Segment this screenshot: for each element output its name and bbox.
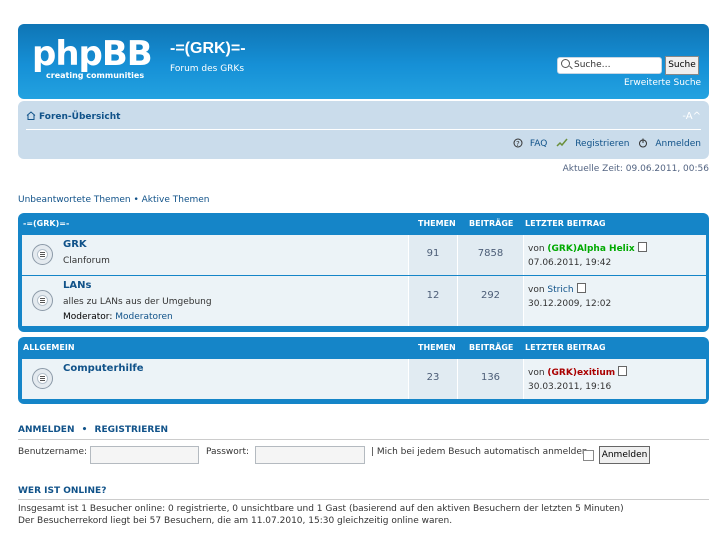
navbar: Foren-Übersicht -A^ ? FAQ Registrieren An…	[18, 101, 709, 159]
who-is-online-heading: WER IST ONLINE?	[18, 486, 107, 496]
posts-count: 136	[480, 372, 501, 383]
login-heading-link[interactable]: ANMELDEN	[18, 425, 75, 435]
forum-row: LANs alles zu LANs aus der Umgebung Mode…	[22, 276, 706, 326]
quick-links[interactable]: Unbeantwortete Themen • Aktive Themen	[18, 195, 210, 205]
search-icon	[561, 59, 570, 68]
login-link[interactable]: Anmelden	[638, 138, 701, 149]
divider	[18, 499, 709, 500]
login-heading-separator: •	[81, 425, 88, 435]
forum-description: alles zu LANs aus der Umgebung	[63, 297, 212, 307]
header-last-post: LETZTER BEITRAG	[525, 343, 606, 352]
faq-icon: ?	[513, 138, 523, 148]
view-latest-post-icon[interactable]	[576, 283, 586, 293]
last-post-date: 30.12.2009, 12:02	[528, 299, 612, 309]
forum-title-link[interactable]: LANs	[63, 280, 91, 291]
username-label: Benutzername:	[18, 447, 88, 457]
topics-count-cell: 12	[408, 276, 457, 326]
font-resize-control[interactable]: -A^	[682, 111, 701, 122]
svg-text:?: ?	[516, 140, 520, 148]
site-logo[interactable]: phpBB creating communities	[32, 34, 172, 84]
search-button[interactable]: Suche	[665, 56, 699, 75]
forum-moderators: Moderator: Moderatoren	[63, 312, 173, 322]
search-placeholder: Suche…	[574, 60, 611, 70]
forum-description: Clanforum	[63, 256, 110, 266]
last-post-user[interactable]: Strich	[547, 285, 573, 295]
header-posts: BEITRÄGE	[469, 219, 514, 228]
posts-count-cell: 292	[457, 276, 523, 326]
posts-count: 7858	[477, 248, 504, 259]
category-title[interactable]: -=(GRK)=-	[23, 219, 69, 228]
last-post-by: von	[528, 244, 545, 254]
header-topics: THEMEN	[418, 219, 456, 228]
remember-me-label: | Mich bei jedem Besuch automatisch anme…	[371, 447, 588, 457]
forum-read-icon	[32, 368, 53, 389]
posts-count-cell: 136	[457, 359, 523, 399]
category-header: -=(GRK)=- THEMEN BEITRÄGE LETZTER BEITRA…	[18, 213, 709, 234]
topics-count-cell: 91	[408, 235, 457, 275]
nav-links: ? FAQ Registrieren Anmelden	[507, 138, 701, 149]
header-topics: THEMEN	[418, 343, 456, 352]
moderator-label: Moderator:	[63, 312, 113, 322]
forum-row: Computerhilfe 23 136 von (GRK)exitium 30…	[22, 359, 706, 399]
site-description: Forum des GRKs	[170, 64, 245, 74]
last-post-date: 30.03.2011, 19:16	[528, 382, 612, 392]
register-link[interactable]: Registrieren	[556, 138, 630, 149]
category-grk: -=(GRK)=- THEMEN BEITRÄGE LETZTER BEITRA…	[18, 213, 709, 332]
current-time: Aktuelle Zeit: 09.06.2011, 00:56	[562, 164, 709, 174]
last-post-user[interactable]: (GRK)Alpha Helix	[547, 244, 634, 254]
topics-count: 12	[426, 290, 440, 301]
register-icon	[556, 138, 568, 147]
posts-count-cell: 7858	[457, 235, 523, 275]
last-post-cell: von (GRK)exitium 30.03.2011, 19:16	[523, 359, 706, 399]
posts-count: 292	[480, 290, 501, 301]
login-heading: ANMELDEN • REGISTRIEREN	[18, 425, 168, 435]
register-heading-link[interactable]: REGISTRIEREN	[95, 425, 168, 435]
last-post-cell: von (GRK)Alpha Helix 07.06.2011, 19:42	[523, 235, 706, 275]
forum-title-link[interactable]: Computerhilfe	[63, 363, 144, 374]
last-post-user[interactable]: (GRK)exitium	[547, 368, 615, 378]
last-post-by: von	[528, 368, 545, 378]
forum-read-icon	[32, 290, 53, 311]
faq-link[interactable]: ? FAQ	[513, 138, 548, 149]
site-title: -=(GRK)=-	[170, 40, 246, 57]
last-post-cell: von Strich 30.12.2009, 12:02	[523, 276, 706, 326]
faq-label: FAQ	[529, 139, 548, 149]
site-header: phpBB creating communities -=(GRK)=- For…	[18, 24, 709, 99]
online-stats: Insgesamt ist 1 Besucher online: 0 regis…	[18, 504, 624, 514]
view-latest-post-icon[interactable]	[618, 366, 628, 376]
forum-read-icon	[32, 244, 53, 265]
breadcrumb-home[interactable]: Foren-Übersicht	[26, 111, 120, 122]
header-posts: BEITRÄGE	[469, 343, 514, 352]
password-label: Passwort:	[206, 447, 250, 457]
moderator-link[interactable]: Moderatoren	[115, 312, 173, 322]
online-record: Der Besucherrekord liegt bei 57 Besucher…	[18, 516, 453, 526]
power-icon	[639, 138, 648, 148]
last-post-by: von	[528, 285, 545, 295]
forum-row: GRK Clanforum 91 7858 von (GRK)Alpha Hel…	[22, 235, 706, 275]
login-button[interactable]: Anmelden	[599, 446, 650, 464]
category-title[interactable]: ALLGEMEIN	[23, 343, 75, 352]
logo-text: phpBB	[32, 34, 153, 74]
navbar-divider	[26, 129, 701, 130]
forum-title-link[interactable]: GRK	[63, 239, 87, 250]
view-latest-post-icon[interactable]	[637, 242, 647, 252]
divider	[18, 439, 709, 440]
advanced-search-link[interactable]: Erweiterte Suche	[624, 78, 701, 88]
logo-tagline: creating communities	[46, 71, 145, 80]
breadcrumb-home-label: Foren-Übersicht	[39, 112, 121, 122]
category-header: ALLGEMEIN THEMEN BEITRÄGE LETZTER BEITRA…	[18, 337, 709, 358]
last-post-date: 07.06.2011, 19:42	[528, 258, 612, 268]
password-field[interactable]	[255, 446, 365, 464]
username-field[interactable]	[90, 446, 199, 464]
login-label: Anmelden	[655, 139, 701, 149]
remember-me-checkbox[interactable]	[583, 450, 594, 461]
category-allgemein: ALLGEMEIN THEMEN BEITRÄGE LETZTER BEITRA…	[18, 337, 709, 404]
home-icon	[26, 111, 36, 120]
register-label: Registrieren	[575, 139, 630, 149]
header-last-post: LETZTER BEITRAG	[525, 219, 606, 228]
topics-count: 91	[426, 248, 440, 259]
topics-count-cell: 23	[408, 359, 457, 399]
topics-count: 23	[426, 372, 440, 383]
search-input[interactable]: Suche…	[557, 57, 662, 74]
